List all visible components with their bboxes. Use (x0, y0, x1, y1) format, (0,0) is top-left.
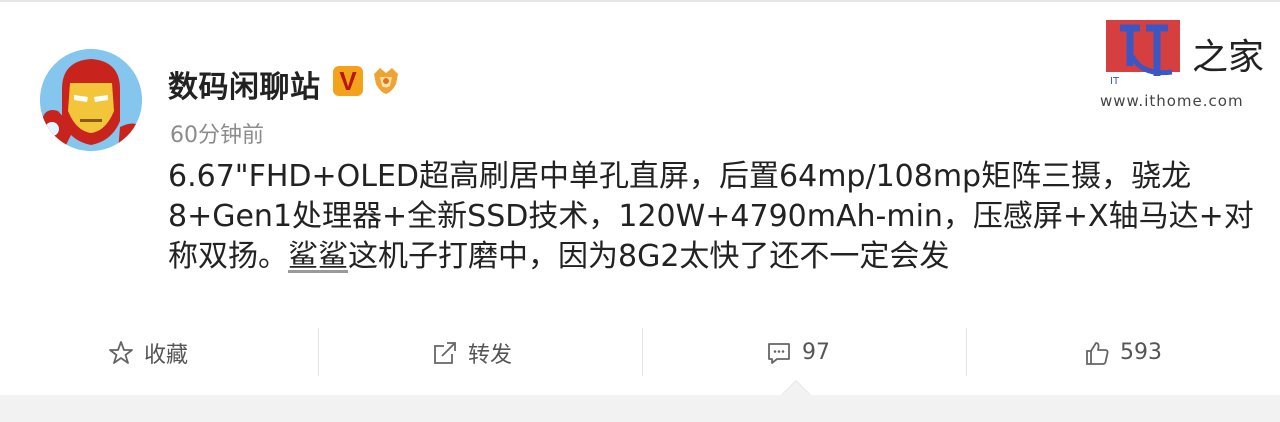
comment-icon (768, 342, 790, 364)
action-divider-3 (966, 328, 967, 376)
verified-badge-icon: V (333, 66, 363, 96)
action-divider-1 (318, 328, 319, 376)
top-divider (0, 0, 1280, 2)
watermark-chars: 之家 (1192, 37, 1265, 78)
like-button[interactable]: 593 (1084, 325, 1162, 380)
repost-button[interactable]: 转发 (432, 325, 512, 380)
comment-button[interactable]: 97 (766, 325, 830, 380)
ironman-avatar-image (40, 49, 142, 151)
thumbs-up-icon (1086, 341, 1109, 365)
fan-badge-icon (374, 68, 398, 94)
weibo-post-card: 数码闲聊站 V 60分钟前 6.67"FHD+OLED超高刷居中单孔直屏，后置6… (0, 0, 1280, 395)
action-bar: 收藏 转发 97 593 (0, 325, 1280, 380)
ithome-watermark: IT 之家 www.ithome.com (1096, 10, 1266, 116)
author-name[interactable]: 数码闲聊站 (168, 62, 321, 106)
favorite-button[interactable]: 收藏 (108, 325, 188, 380)
post-body: 6.67"FHD+OLED超高刷居中单孔直屏，后置64mp/108mp矩阵三摄，… (168, 157, 1254, 277)
post-line-2: 8+Gen1处理器+全新SSD技术，120W+4790mAh-min，压感屏+X… (168, 199, 1254, 234)
favorite-label: 收藏 (144, 342, 189, 368)
comment-pointer (782, 381, 810, 395)
logo-text: IT (1110, 76, 1120, 86)
comment-count: 97 (802, 340, 830, 365)
avatar[interactable] (40, 49, 142, 151)
like-count: 593 (1120, 340, 1162, 365)
post-time[interactable]: 60分钟前 (170, 117, 264, 149)
action-divider-2 (642, 328, 643, 376)
post-line-3-prefix: 称双扬。 (168, 239, 288, 274)
repost-icon (434, 341, 456, 364)
watermark-url: www.ithome.com (1100, 92, 1244, 110)
repost-label: 转发 (468, 342, 513, 368)
star-icon (109, 340, 133, 364)
post-line-3: 称双扬。鲨鲨这机子打磨中，因为8G2太快了还不一定会发 (168, 237, 1248, 277)
post-line-1: 6.67"FHD+OLED超高刷居中单孔直屏，后置64mp/108mp矩阵三摄，… (168, 159, 1192, 194)
mention-link[interactable]: 鲨鲨 (288, 239, 348, 274)
post-line-3-suffix: 这机子打磨中，因为8G2太快了还不一定会发 (348, 239, 950, 274)
ithome-logo-icon: IT (1106, 20, 1180, 86)
